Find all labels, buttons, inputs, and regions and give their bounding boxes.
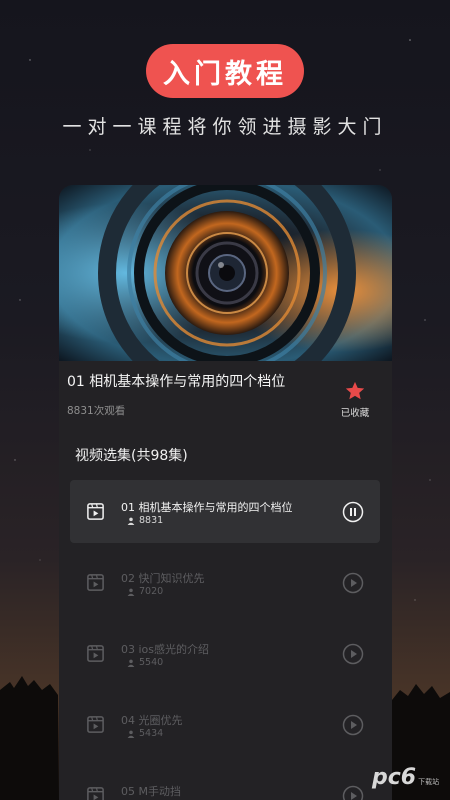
person-icon <box>127 659 135 667</box>
watermark-sub: 下载站 <box>418 778 440 786</box>
person-icon <box>127 517 135 525</box>
episode-count-value: 5540 <box>139 657 164 668</box>
episode-title: 05 M手动挡 <box>121 785 181 798</box>
favorite-label: 已收藏 <box>340 408 370 419</box>
episode-count-value: 5434 <box>139 728 164 739</box>
episode-list: 01 相机基本操作与常用的四个档位 8831 02 快门知识优先 7020 03… <box>70 480 380 800</box>
episode-item[interactable]: 03 ios感光的介绍 5540 <box>70 622 380 685</box>
view-count: 8831次观看 <box>67 405 126 417</box>
pause-icon[interactable] <box>342 501 364 523</box>
episode-item[interactable]: 02 快门知识优先 7020 <box>70 551 380 614</box>
video-file-icon <box>87 716 104 733</box>
episode-count-value: 8831 <box>139 515 164 526</box>
episode-title: 02 快门知识优先 <box>121 572 205 585</box>
episode-view-count: 7020 <box>127 586 163 597</box>
episode-view-count: 5540 <box>127 657 163 668</box>
watermark-logo: pc6 <box>372 764 417 790</box>
play-icon[interactable] <box>342 572 364 594</box>
video-file-icon <box>87 787 104 800</box>
page-subtitle: 一对一课程将你领进摄影大门 <box>62 116 388 138</box>
play-icon[interactable] <box>342 714 364 736</box>
episode-section-title: 视频选集(共98集) <box>75 448 188 464</box>
episode-title: 01 相机基本操作与常用的四个档位 <box>121 501 293 514</box>
episode-item[interactable]: 04 光圈优先 5434 <box>70 693 380 756</box>
video-file-icon <box>87 503 104 520</box>
course-title: 01 相机基本操作与常用的四个档位 <box>67 374 286 390</box>
pc6-watermark: pc6 下载站 <box>372 762 444 792</box>
episode-item[interactable]: 01 相机基本操作与常用的四个档位 8831 <box>70 480 380 543</box>
episode-view-count: 8831 <box>127 515 163 526</box>
person-icon <box>127 588 135 596</box>
video-file-icon <box>87 645 104 662</box>
episode-title: 03 ios感光的介绍 <box>121 643 210 656</box>
person-icon <box>127 730 135 738</box>
course-hero-image[interactable] <box>59 185 392 361</box>
course-card: 01 相机基本操作与常用的四个档位 8831次观看 已收藏 视频选集(共98集)… <box>59 185 392 800</box>
episode-count-value: 7020 <box>139 586 164 597</box>
play-icon[interactable] <box>342 643 364 665</box>
episode-item[interactable]: 05 M手动挡 <box>70 764 380 800</box>
favorite-button[interactable]: 已收藏 <box>335 380 375 419</box>
star-icon <box>345 381 365 400</box>
intro-tutorial-badge: 入门教程 <box>146 44 304 98</box>
play-icon[interactable] <box>342 785 364 800</box>
episode-view-count: 5434 <box>127 728 163 739</box>
video-file-icon <box>87 574 104 591</box>
episode-title: 04 光圈优先 <box>121 714 183 727</box>
